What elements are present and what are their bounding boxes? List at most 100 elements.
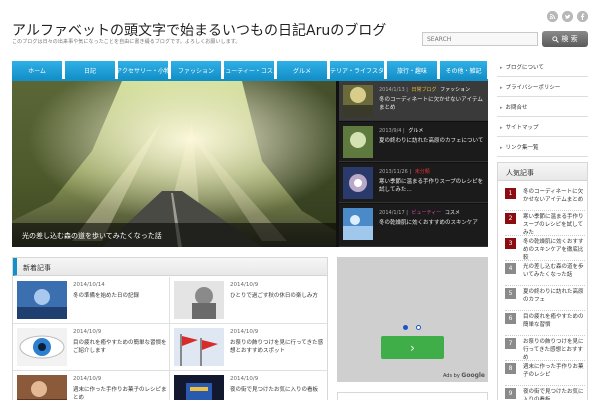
post-title[interactable]: 冬の準備を始めた日の記録 xyxy=(73,292,167,318)
post-thumbnail[interactable] xyxy=(17,375,67,400)
ad-unit[interactable]: › Ads by Google xyxy=(337,257,488,382)
post-title[interactable]: 目の疲れを癒やすための簡単な習慣をご紹介します xyxy=(73,339,167,365)
ads-by-label: Ads by Google xyxy=(443,372,485,379)
slide-category[interactable]: 未分類 xyxy=(413,169,430,175)
search-icon xyxy=(552,35,560,43)
nav-item-interior[interactable]: インテリア・ライフスタイル xyxy=(330,61,384,79)
slide-meta: 2014/1/13 | 日常ブログ ファッション xyxy=(379,87,471,93)
slide-title[interactable]: 冬の乾燥肌に効くおすすめのスキンケア xyxy=(379,219,485,237)
sidebar-link-sitemap[interactable]: サイトマップ xyxy=(497,117,588,137)
search-button[interactable]: 検 索 xyxy=(542,31,588,47)
post-title[interactable]: 夜の街で見つけたお気に入りの看板 xyxy=(230,386,324,400)
featured-slider: 光の差し込む森の道を歩いてみたくなった話 2014/1/13 | 日常ブログ フ… xyxy=(12,81,488,247)
nav-item-diary[interactable]: 日記 xyxy=(65,61,115,79)
post-card[interactable]: 2014/10/14 冬の準備を始めた日の記録 xyxy=(13,277,170,324)
slide-thumbnail xyxy=(343,167,373,199)
slide-category-extra[interactable]: ファッション xyxy=(438,87,470,93)
nav-item-gourmet[interactable]: グルメ xyxy=(277,61,327,79)
rank-title[interactable]: 冬の乾燥肌に効くおすすめのスキンケアを徹底比較 xyxy=(523,238,585,260)
rank-title[interactable]: 目の疲れを癒やすための簡単な習慣 xyxy=(523,313,585,335)
rank-title[interactable]: 週末に作った手作りお菓子のレシピ xyxy=(523,363,585,385)
twitter-icon[interactable] xyxy=(562,11,573,22)
slide-meta: 2013/11/26 | 未分類 xyxy=(379,169,430,175)
nav-item-beauty[interactable]: ビューティー・コスメ xyxy=(224,61,274,79)
post-card[interactable]: 2014/10/9 夜の街で見つけたお気に入りの看板 xyxy=(170,371,327,400)
ranking-item[interactable]: 5 夏の終わりに訪れた高原のカフェ xyxy=(505,287,585,311)
rank-title[interactable]: 夏の終わりに訪れた高原のカフェ xyxy=(523,288,585,310)
post-date: 2014/10/9 xyxy=(230,329,259,335)
nav-item-fashion[interactable]: ファッション xyxy=(171,61,221,79)
post-date: 2014/10/9 xyxy=(230,376,259,382)
ranking-item[interactable]: 1 冬のコーディネートに欠かせないアイテムまとめ xyxy=(505,187,585,211)
rank-title[interactable]: お祭りの飾りつけを見に行ってきた感想とおすすめ xyxy=(523,338,585,360)
slide-category[interactable]: ビューティー xyxy=(410,210,442,216)
post-date: 2014/10/14 xyxy=(73,282,105,288)
slide-title[interactable]: 冬のコーディネートに欠かせないアイテムまとめ xyxy=(379,96,485,114)
rss-icon[interactable] xyxy=(547,11,558,22)
nav-item-other[interactable]: その他・雑記 xyxy=(440,61,487,79)
ad-next-button[interactable]: › xyxy=(381,336,444,359)
rank-title[interactable]: 夜の街で見つけたお気に入りの看板 xyxy=(523,388,585,400)
ranking-item[interactable]: 7 お祭りの飾りつけを見に行ってきた感想とおすすめ xyxy=(505,337,585,361)
ranking-item[interactable]: 8 週末に作った手作りお菓子のレシピ xyxy=(505,362,585,386)
ranking-item[interactable]: 2 寒い季節に温まる手作りスープのレシピを試してみた xyxy=(505,212,585,236)
rank-title[interactable]: 光の差し込む森の道を歩いてみたくなった話 xyxy=(523,263,585,285)
post-thumbnail[interactable] xyxy=(174,281,224,319)
facebook-icon[interactable] xyxy=(577,11,588,22)
ranking-item[interactable]: 3 冬の乾燥肌に効くおすすめのスキンケアを徹底比較 xyxy=(505,237,585,261)
nav-item-home[interactable]: ホーム xyxy=(12,61,62,79)
carousel-dot-active[interactable] xyxy=(403,325,408,330)
slide-title[interactable]: 夏の終わりに訪れた高原のカフェについて xyxy=(379,137,485,155)
post-title[interactable]: お祭りの飾りつけを見に行ってきた感想とおすすめスポット xyxy=(230,339,324,365)
post-title[interactable]: ひとりで過ごす秋の休日の楽しみ方 xyxy=(230,292,324,318)
nav-item-accessories[interactable]: アクセサリー・小物 xyxy=(118,61,168,79)
slide-item[interactable]: 2013/9/4 | グルメ 夏の終わりに訪れた高原のカフェについて xyxy=(339,122,488,162)
slide-date: 2013/11/26 xyxy=(379,169,408,175)
slide-meta: 2013/9/4 | グルメ xyxy=(379,128,424,134)
sidebar-link-contact[interactable]: お問合せ xyxy=(497,97,588,117)
rank-title[interactable]: 冬のコーディネートに欠かせないアイテムまとめ xyxy=(523,188,585,210)
site-title[interactable]: アルファベットの頭文字で始まるいつもの日記Aruのブログ xyxy=(12,20,386,40)
post-card[interactable]: 2014/10/9 お祭りの飾りつけを見に行ってきた感想とおすすめスポット xyxy=(170,324,327,371)
slide-list: 2014/1/13 | 日常ブログ ファッション 冬のコーディネートに欠かせない… xyxy=(339,81,488,247)
rank-number: 6 xyxy=(505,313,516,324)
post-thumbnail[interactable] xyxy=(17,328,67,366)
social-icons xyxy=(547,11,588,22)
search-button-label: 検 索 xyxy=(561,35,578,43)
slide-item[interactable]: 2014/1/17 | ビューティー コスメ 冬の乾燥肌に効くおすすめのスキンケ… xyxy=(339,204,488,247)
rank-number: 3 xyxy=(505,238,516,249)
post-card[interactable]: 2014/10/9 ひとりで過ごす秋の休日の楽しみ方 xyxy=(170,277,327,324)
rank-title[interactable]: 寒い季節に温まる手作りスープのレシピを試してみた xyxy=(523,213,585,235)
post-card[interactable]: 2014/10/9 週末に作った手作りお菓子のレシピまとめ xyxy=(13,371,170,400)
search-input[interactable] xyxy=(422,32,538,46)
post-card[interactable]: 2014/10/9 目の疲れを癒やすための簡単な習慣をご紹介します xyxy=(13,324,170,371)
slide-caption[interactable]: 光の差し込む森の道を歩いてみたくなった話 xyxy=(12,223,336,247)
ranking-item[interactable]: 4 光の差し込む森の道を歩いてみたくなった話 xyxy=(505,262,585,286)
slide-date: 2013/9/4 xyxy=(379,128,402,134)
sidebar-link-privacy[interactable]: プライバシーポリシー xyxy=(497,77,588,97)
sidebar-link-about[interactable]: ブログについて xyxy=(497,57,588,77)
post-thumbnail[interactable] xyxy=(174,328,224,366)
sidebar-link-links[interactable]: リンク集一覧 xyxy=(497,137,588,157)
slide-category[interactable]: 日常ブログ xyxy=(410,87,437,93)
rank-number: 1 xyxy=(505,188,516,199)
slide-title[interactable]: 寒い季節に温まる手作りスープのレシピを試してみた… xyxy=(379,178,485,196)
rank-number: 7 xyxy=(505,338,516,349)
ranking-item[interactable]: 9 夜の街で見つけたお気に入りの看板 xyxy=(505,387,585,400)
carousel-dot[interactable] xyxy=(416,325,421,330)
slide-category[interactable]: グルメ xyxy=(406,128,423,134)
nav-item-travel[interactable]: 旅行・趣味 xyxy=(387,61,437,79)
ranking-item[interactable]: 6 目の疲れを癒やすための簡単な習慣 xyxy=(505,312,585,336)
slide-meta: 2014/1/17 | ビューティー コスメ xyxy=(379,210,460,216)
slide-thumbnail xyxy=(343,126,373,158)
slide-date: 2014/1/13 xyxy=(379,87,405,93)
slide-item[interactable]: 2014/1/13 | 日常ブログ ファッション 冬のコーディネートに欠かせない… xyxy=(339,81,488,121)
sidebar-links: ブログについて プライバシーポリシー お問合せ サイトマップ リンク集一覧 xyxy=(497,57,588,157)
post-title[interactable]: 週末に作った手作りお菓子のレシピまとめ xyxy=(73,386,167,400)
rank-number: 2 xyxy=(505,213,516,224)
post-thumbnail[interactable] xyxy=(17,281,67,319)
slide-item[interactable]: 2013/11/26 | 未分類 寒い季節に温まる手作りスープのレシピを試してみ… xyxy=(339,163,488,203)
post-thumbnail[interactable] xyxy=(174,375,224,400)
rank-number: 9 xyxy=(505,388,516,399)
slide-category-extra[interactable]: コスメ xyxy=(443,210,460,216)
